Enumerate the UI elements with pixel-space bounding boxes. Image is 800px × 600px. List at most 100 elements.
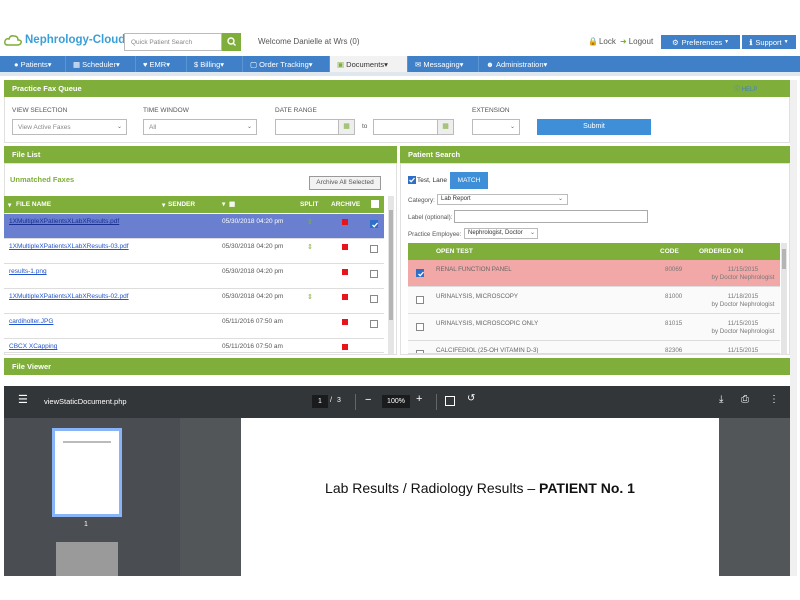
open-test-row[interactable]: CALCIFEDIOL (25-OH VITAMIN D-3) 82306 11… (408, 341, 780, 354)
nav-messaging[interactable]: ✉ Messaging ▾ (408, 56, 479, 72)
open-test-row[interactable]: RENAL FUNCTION PANEL 80069 11/15/2015 by … (408, 260, 780, 287)
archive-icon[interactable] (342, 269, 348, 275)
row-checkbox[interactable] (370, 245, 378, 253)
split-icon[interactable]: ⇕ (307, 218, 313, 226)
split-icon[interactable]: ⇕ (307, 243, 313, 251)
chevron-down-icon: ▼ (783, 39, 789, 45)
file-list-scrollbar[interactable] (388, 196, 394, 354)
split-icon[interactable]: ⇕ (307, 293, 313, 301)
zoom-out-icon[interactable]: − (365, 394, 371, 406)
document-icon: ▣ (337, 59, 347, 69)
page-scrollbar[interactable] (790, 80, 797, 576)
scrollbar-thumb[interactable] (782, 249, 786, 269)
nav-order-tracking[interactable]: ▢ Order Tracking ▾ (243, 56, 330, 72)
file-row[interactable]: cardiholter.JPG 05/11/2016 07:50 am (4, 314, 384, 339)
nav-administration[interactable]: ☻ Administration ▾ (479, 56, 563, 72)
rotate-icon[interactable]: ↺ (467, 393, 475, 404)
row-checkbox[interactable] (370, 220, 378, 228)
file-row[interactable]: CBCX XCapping 05/11/2016 07:50 am (4, 339, 384, 353)
view-selection-select[interactable]: View Active Faxes ⌄ (12, 119, 127, 135)
calendar-icon[interactable]: ▦ (338, 120, 354, 134)
patient-checkbox[interactable] (408, 176, 416, 184)
submit-button[interactable]: Submit (537, 119, 651, 135)
archive-icon[interactable] (342, 219, 348, 225)
open-test-row[interactable]: URINALYSIS, MICROSCOPIC ONLY 81015 11/15… (408, 314, 780, 341)
truck-icon: ▢ (250, 59, 260, 69)
nav-billing[interactable]: $ Billing ▾ (187, 56, 243, 72)
test-code: 80069 (665, 266, 683, 273)
more-options-icon[interactable]: ⋮ (769, 394, 779, 405)
practice-employee-select[interactable]: Nephrologist, Doctor ⌄ (464, 228, 538, 239)
test-checkbox[interactable] (416, 350, 424, 353)
test-checkbox[interactable] (416, 296, 424, 304)
archive-icon[interactable] (342, 294, 348, 300)
date-from-input[interactable]: ▦ (275, 119, 355, 135)
search-button[interactable] (222, 33, 241, 51)
file-name-link[interactable]: results-1.png (9, 268, 129, 276)
zoom-in-icon[interactable]: + (416, 393, 422, 405)
ordered-date: 11/15/2015 (727, 347, 759, 354)
row-checkbox[interactable] (370, 295, 378, 303)
file-name-link[interactable]: 1XMultipleXPatientsXLabXResults-02.pdf (9, 293, 129, 301)
download-icon[interactable]: ⤓ (719, 394, 723, 405)
test-name: URINALYSIS, MICROSCOPY (436, 293, 519, 300)
col-sender[interactable]: SENDER (168, 201, 195, 208)
sort-icon[interactable]: ▾ (162, 201, 165, 209)
archive-icon[interactable] (342, 344, 348, 350)
file-row[interactable]: 1XMultipleXPatientsXLabXResults-02.pdf 0… (4, 289, 384, 314)
zoom-input[interactable]: 100% (382, 395, 410, 408)
quick-patient-search-input[interactable]: Quick Patient Search (124, 33, 222, 51)
support-button[interactable]: ℹ Support ▼ (742, 35, 796, 49)
page-thumbnail-2[interactable] (56, 542, 118, 576)
category-select[interactable]: Lab Report ⌄ (437, 194, 568, 205)
test-checkbox[interactable] (416, 323, 424, 331)
file-row[interactable]: results-1.png 05/30/2018 04:20 pm (4, 264, 384, 289)
select-all-checkbox[interactable] (371, 200, 379, 208)
patient-search-scrollbar[interactable] (781, 243, 787, 354)
row-checkbox[interactable] (370, 270, 378, 278)
nav-documents[interactable]: ▣ Documents ▾ (330, 56, 408, 72)
document-name: viewStaticDocument.php (44, 397, 127, 406)
time-window-select[interactable]: All ⌄ (143, 119, 257, 135)
nav-emr[interactable]: ♥ EMR ▾ (136, 56, 187, 72)
col-file-name[interactable]: FILE NAME (16, 201, 51, 208)
calendar-icon[interactable]: ▦ (229, 200, 235, 208)
nav-scheduler[interactable]: ▦ Scheduler ▾ (66, 56, 136, 72)
test-checkbox[interactable] (416, 269, 424, 277)
sort-icon[interactable]: ▾ (222, 200, 225, 208)
cloud-icon (4, 35, 22, 46)
logout-label: Logout (628, 37, 654, 46)
page-thumbnail-1[interactable] (52, 428, 122, 517)
calendar-icon[interactable]: ▦ (437, 120, 453, 134)
archive-all-selected-button[interactable]: Archive All Selected (309, 176, 381, 190)
preferences-button[interactable]: ⚙ Preferences ▼ (661, 35, 740, 49)
file-name-link[interactable]: CBCX XCapping (9, 343, 129, 351)
nav-patients[interactable]: ● Patients ▾ (0, 56, 66, 72)
file-name-link[interactable]: 1XMultipleXPatientsXLabXResults.pdf (9, 218, 129, 226)
scrollbar-thumb[interactable] (389, 210, 393, 320)
file-row[interactable]: 1XMultipleXPatientsXLabXResults-03.pdf 0… (4, 239, 384, 264)
print-icon[interactable]: ⎙ (741, 394, 749, 405)
match-button[interactable]: MATCH (450, 172, 488, 189)
date-to-input[interactable]: ▦ (373, 119, 454, 135)
file-row[interactable]: 1XMultipleXPatientsXLabXResults.pdf 05/3… (4, 214, 384, 239)
checkmark-icon (418, 271, 424, 277)
lock-link[interactable]: 🔒 Lock (588, 37, 616, 46)
open-test-row[interactable]: URINALYSIS, MICROSCOPY 81000 11/18/2015 b… (408, 287, 780, 314)
archive-icon[interactable] (342, 244, 348, 250)
page-number-input[interactable]: 1 (312, 395, 328, 408)
menu-icon[interactable]: ☰ (18, 395, 28, 406)
row-checkbox[interactable] (370, 320, 378, 328)
sort-icon[interactable]: ▾ (8, 201, 11, 209)
chevron-down-icon: ⌄ (529, 230, 535, 236)
label-input[interactable] (454, 210, 648, 223)
fit-page-icon[interactable] (445, 396, 455, 406)
file-name-link[interactable]: 1XMultipleXPatientsXLabXResults-03.pdf (9, 243, 129, 251)
extension-select[interactable]: ⌄ (472, 119, 520, 135)
logo[interactable]: Nephrology-Cloud (4, 34, 125, 46)
date-range-label: DATE RANGE (275, 107, 317, 114)
help-link[interactable]: ⓘ HELP (734, 84, 757, 93)
archive-icon[interactable] (342, 319, 348, 325)
file-name-link[interactable]: cardiholter.JPG (9, 318, 129, 326)
logout-link[interactable]: ➜ Logout (620, 37, 653, 46)
